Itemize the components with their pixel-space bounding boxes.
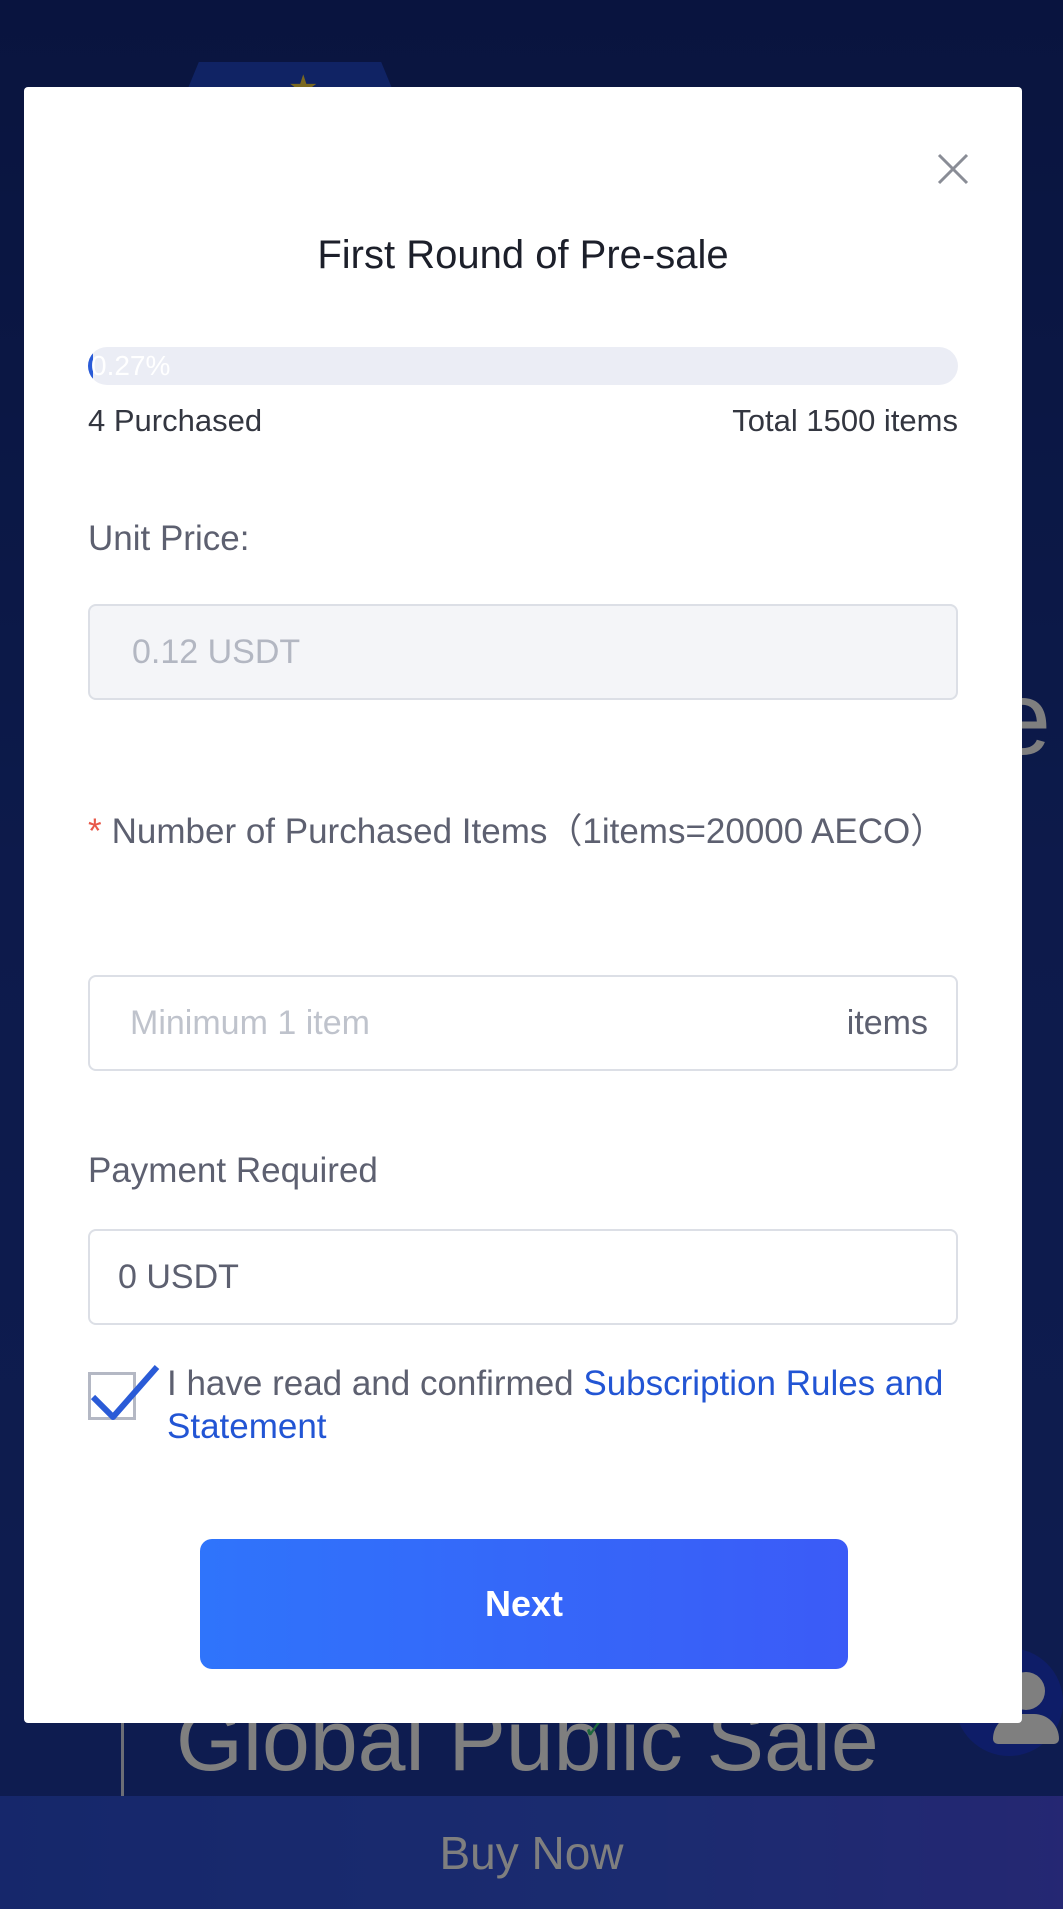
payment-value: 0 USDT	[118, 1258, 239, 1296]
quantity-field[interactable]: items	[88, 975, 958, 1071]
total-items: Total 1500 items	[732, 403, 958, 438]
progress-percent: 0.27%	[91, 350, 171, 381]
unit-price-field: 0.12 USDT	[88, 604, 958, 700]
sale-progress-bar: 0.27%	[88, 347, 958, 385]
agreement-checkbox[interactable]	[88, 1365, 160, 1420]
agreement-prefix: I have read and confirmed	[167, 1364, 584, 1403]
checkmark-icon	[90, 1365, 160, 1420]
quantity-unit: items	[846, 1004, 928, 1042]
dialog-title: First Round of Pre-sale	[317, 233, 729, 277]
unit-price-value: 0.12 USDT	[132, 633, 301, 671]
agreement-text: I have read and confirmed Subscription R…	[167, 1362, 967, 1448]
payment-field: 0 USDT	[88, 1229, 958, 1325]
close-button[interactable]	[929, 145, 973, 189]
presale-dialog: First Round of Pre-sale 0.27% 4 Purchase…	[24, 87, 1022, 1723]
quantity-label: * Number of Purchased Items（1items=20000 …	[88, 779, 988, 885]
unit-price-label: Unit Price:	[88, 519, 250, 558]
payment-label: Payment Required	[88, 1151, 378, 1190]
close-icon	[937, 153, 969, 185]
required-mark: *	[88, 812, 102, 851]
purchased-count: 4 Purchased	[88, 403, 263, 438]
quantity-label-text: Number of Purchased Items（1items=20000 A…	[111, 812, 946, 851]
quantity-input[interactable]	[130, 977, 780, 1069]
next-button[interactable]: Next	[200, 1539, 848, 1669]
